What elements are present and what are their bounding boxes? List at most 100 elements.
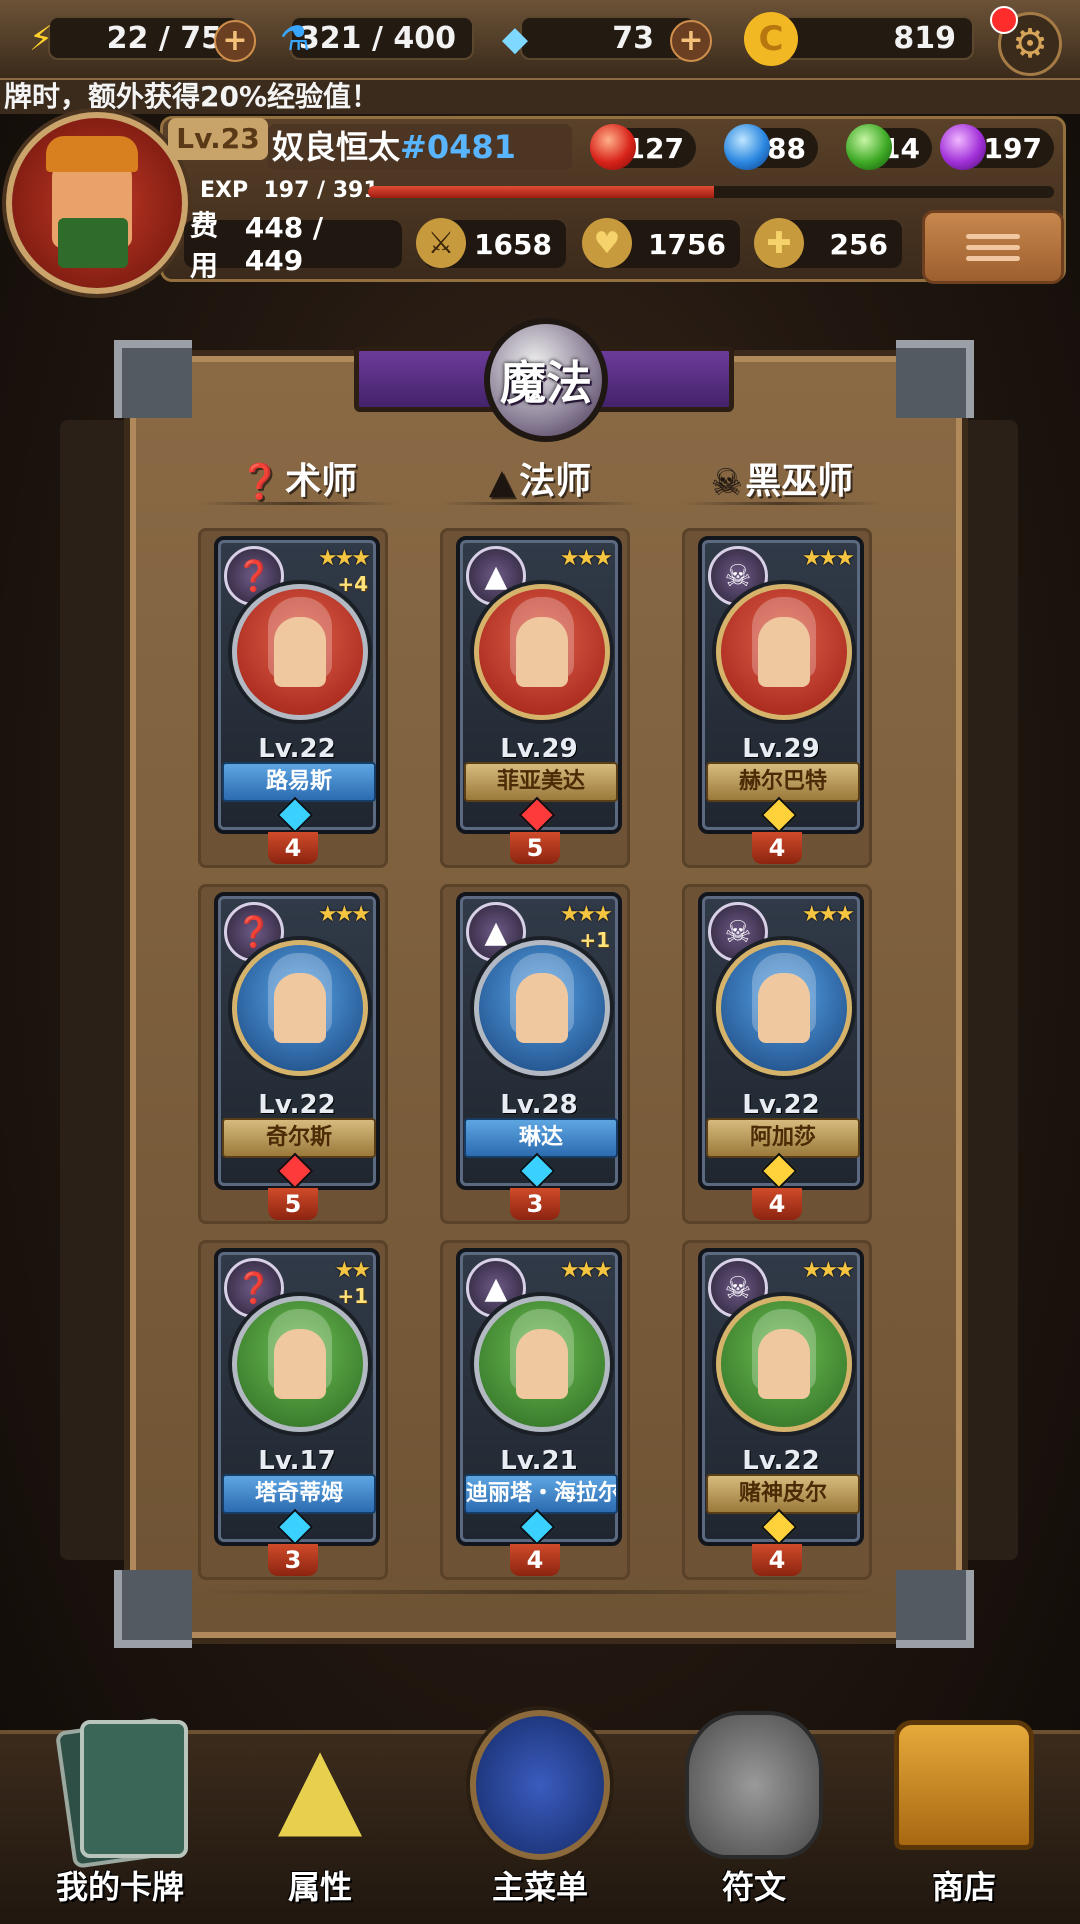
- player-avatar[interactable]: [6, 112, 188, 294]
- heal-value: 256: [829, 227, 888, 261]
- exp-progress-fill: [368, 186, 714, 198]
- column-label: 黑巫师: [745, 461, 854, 502]
- column-divider: [198, 502, 398, 505]
- card-name: 赫尔巴特: [706, 762, 860, 802]
- energy-counter: ⚡ 22 / 75 +: [29, 16, 256, 62]
- gems-value: 73: [612, 20, 654, 56]
- card-level: Lv.29: [742, 734, 820, 764]
- card-name: 路易斯: [222, 762, 376, 802]
- hero-card[interactable]: ❓ ★★★ Lv.22 奇尔斯: [214, 892, 380, 1190]
- emblem-icon: [470, 1710, 610, 1860]
- fire-orb-icon: [590, 124, 636, 170]
- hero-card[interactable]: ▲ ★★★ +1 Lv.28 琳达: [456, 892, 622, 1190]
- cost-stat: 费用 448 / 449: [184, 209, 402, 282]
- hero-sprite: [479, 589, 605, 715]
- column-label: 法师: [519, 461, 592, 502]
- hero-card[interactable]: ❓ ★★★ +4 Lv.22 路易斯: [214, 536, 380, 834]
- card-slot[interactable]: ☠ ★★★ Lv.29 赫尔巴特 4: [682, 528, 872, 868]
- hamburger-menu-button[interactable]: [922, 210, 1064, 284]
- add-gems-button[interactable]: +: [670, 20, 712, 62]
- announcement-ticker: 牌时，额外获得20%经验值！: [0, 80, 1080, 114]
- nav-label: 商店: [931, 1868, 996, 1906]
- gems-counter: ◆ 73 +: [502, 16, 712, 62]
- card-slot[interactable]: ☠ ★★★ Lv.22 赌神皮尔 4: [682, 1240, 872, 1580]
- card-deck-icon: [50, 1710, 190, 1869]
- nav-main-menu[interactable]: 主菜单: [440, 1710, 640, 1910]
- column-header-warlock: ☠ 黑巫师: [682, 452, 882, 502]
- card-slot[interactable]: ▲ ★★★ Lv.21 迪丽塔・海拉尔 4: [440, 1240, 630, 1580]
- card-slot[interactable]: ❓ ★★ +1 Lv.17 塔奇蒂姆 3: [198, 1240, 388, 1580]
- hero-sprite: [237, 589, 363, 715]
- hero-portrait: [232, 584, 368, 720]
- hero-sprite: [237, 945, 363, 1071]
- nav-attributes[interactable]: ▲ 属性: [220, 1710, 420, 1910]
- dark-value: 197: [983, 131, 1042, 165]
- hero-card[interactable]: ▲ ★★★ Lv.21 迪丽塔・海拉尔: [456, 1248, 622, 1546]
- hero-portrait: [474, 584, 610, 720]
- card-name: 琳达: [464, 1118, 618, 1158]
- hero-portrait: [716, 940, 852, 1076]
- card-slot[interactable]: ▲ ★★★ Lv.29 菲亚美达 5: [440, 528, 630, 868]
- wizard-hat-icon: ▲: [488, 462, 516, 502]
- hero-card[interactable]: ☠ ★★★ Lv.22 阿加莎: [698, 892, 864, 1190]
- hero-card[interactable]: ❓ ★★ +1 Lv.17 塔奇蒂姆: [214, 1248, 380, 1546]
- exp-text: EXP 197 / 391: [200, 178, 379, 203]
- column-label: 术师: [285, 461, 358, 502]
- hero-sprite: [237, 1301, 363, 1427]
- star-rating: ★★: [334, 1258, 371, 1283]
- card-slot[interactable]: ❓ ★★★ +4 Lv.22 路易斯 4: [198, 528, 388, 868]
- card-cost: 4: [752, 1544, 802, 1576]
- card-name: 赌神皮尔: [706, 1474, 860, 1514]
- hero-sprite: [479, 1301, 605, 1427]
- health-stat: ♥ 1756: [582, 218, 740, 268]
- nav-shop[interactable]: 商店: [864, 1710, 1064, 1910]
- notification-dot: [990, 6, 1018, 34]
- heart-icon: ♥: [582, 218, 632, 268]
- potion-icon: ⚗: [279, 19, 311, 59]
- energy-value: 22 / 75: [106, 20, 222, 56]
- hero-card[interactable]: ☠ ★★★ Lv.29 赫尔巴特: [698, 536, 864, 834]
- diamond-icon: ◆: [501, 19, 529, 59]
- board-corner-tr: [896, 340, 974, 418]
- card-slot[interactable]: ▲ ★★★ +1 Lv.28 琳达 3: [440, 884, 630, 1224]
- card-slot[interactable]: ☠ ★★★ Lv.22 阿加莎 4: [682, 884, 872, 1224]
- hero-portrait: [716, 584, 852, 720]
- add-energy-button[interactable]: +: [214, 20, 256, 62]
- column-divider: [682, 502, 882, 505]
- card-cost: 3: [268, 1544, 318, 1576]
- coins-counter: C 819: [744, 12, 974, 66]
- mana-counter: ⚗ 321 / 400: [280, 16, 474, 60]
- cost-value: 448 / 449: [244, 211, 324, 277]
- coin-icon: C: [744, 12, 798, 66]
- card-level: Lv.22: [742, 1446, 820, 1476]
- card-level: Lv.29: [500, 734, 578, 764]
- hero-portrait: [716, 1296, 852, 1432]
- player-tag: #0481: [400, 128, 516, 166]
- board-bottom-divider: [196, 1590, 884, 1594]
- card-name: 阿加莎: [706, 1118, 860, 1158]
- nav-label: 我的卡牌: [55, 1868, 184, 1906]
- dark-orb-icon: [940, 124, 986, 170]
- hero-card[interactable]: ☠ ★★★ Lv.22 赌神皮尔: [698, 1248, 864, 1546]
- hero-card[interactable]: ▲ ★★★ Lv.29 菲亚美达: [456, 536, 622, 834]
- card-cost: 5: [510, 832, 560, 864]
- star-rating: ★★★: [801, 1258, 855, 1283]
- column-header-sorcerer: ❓ 术师: [198, 452, 398, 502]
- nav-my-cards[interactable]: 我的卡牌: [20, 1710, 220, 1910]
- board-title-text: 魔法: [500, 356, 592, 410]
- triangle-crest-icon: ▲: [277, 1721, 363, 1849]
- dark-counter: 197: [940, 124, 1054, 170]
- nav-runes[interactable]: 符文: [654, 1710, 854, 1910]
- board-title: 魔法: [484, 318, 608, 442]
- star-rating: ★★★: [801, 902, 855, 927]
- card-cost: 3: [510, 1188, 560, 1220]
- gear-icon: ⚙: [1012, 21, 1048, 67]
- card-slot[interactable]: ❓ ★★★ Lv.22 奇尔斯 5: [198, 884, 388, 1224]
- attack-value: 1658: [474, 227, 552, 261]
- player-name[interactable]: 奴良恒太#0481: [268, 124, 572, 170]
- star-rating: ★★★: [559, 902, 613, 927]
- staff-icon: ❓: [238, 462, 282, 502]
- attack-stat: ⚔ 1658: [416, 218, 566, 268]
- card-cost: 4: [510, 1544, 560, 1576]
- treasure-chest-icon: [894, 1710, 1034, 1860]
